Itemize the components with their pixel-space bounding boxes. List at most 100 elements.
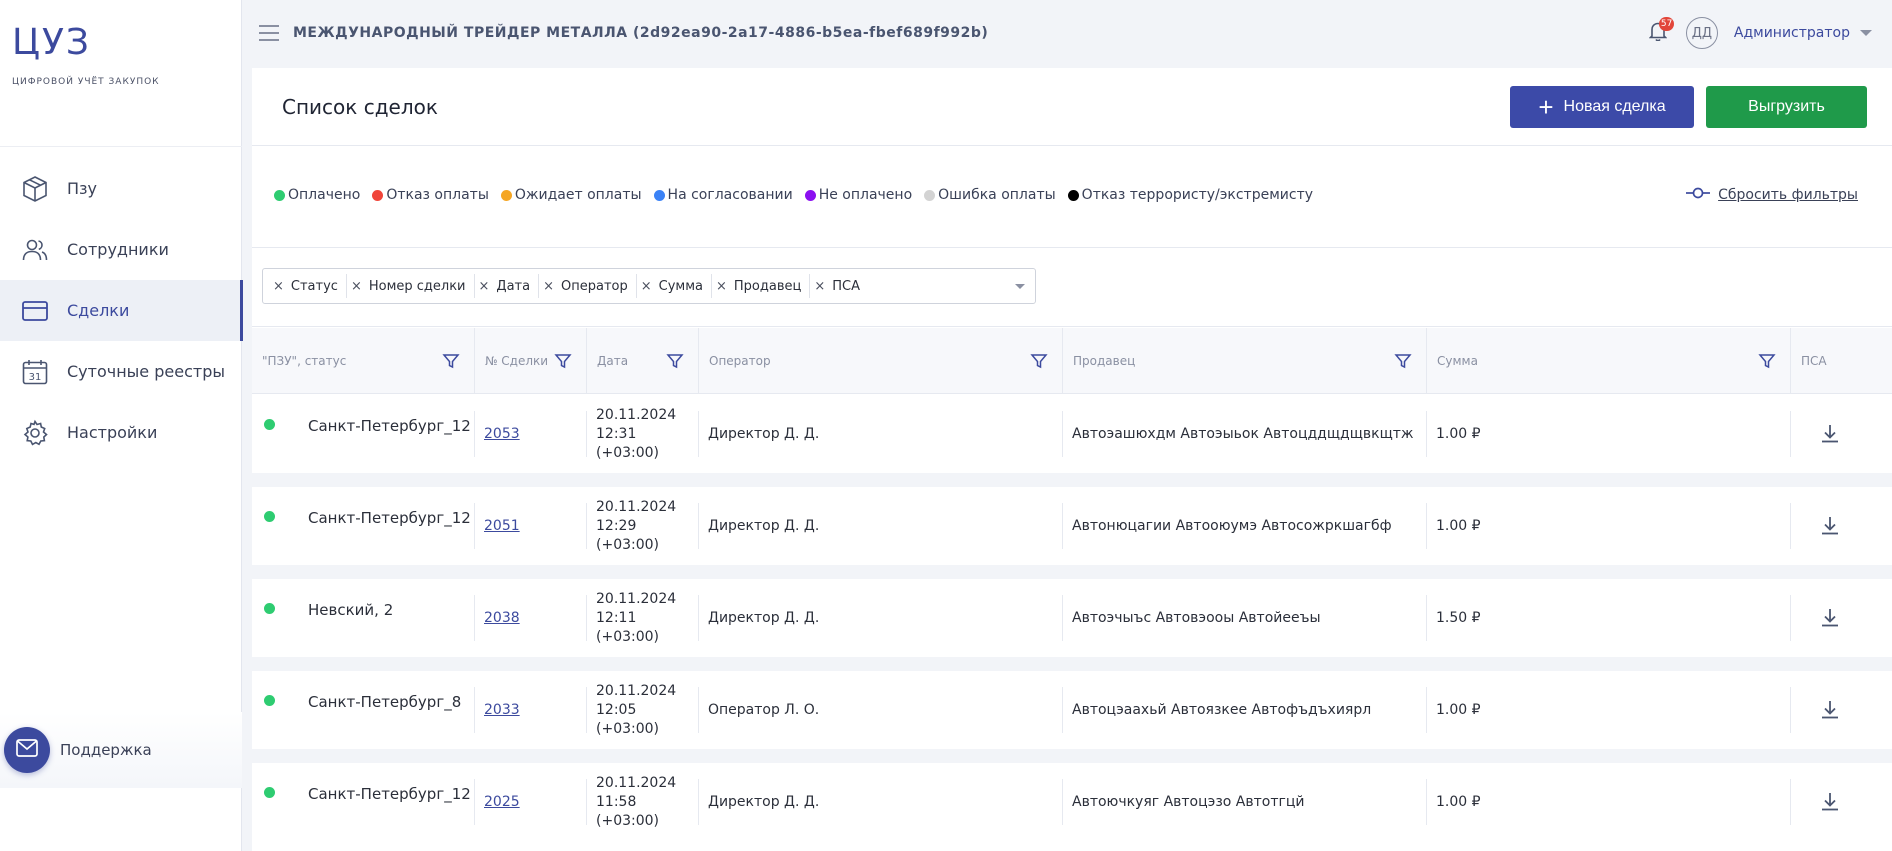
svg-text:31: 31 <box>29 372 42 383</box>
remove-chip-icon[interactable]: × <box>479 279 490 294</box>
seller-name: Автоэчыъс Автовэооы Автойееъы <box>1072 610 1321 626</box>
support-label[interactable]: Поддержка <box>60 741 152 759</box>
filter-icon[interactable] <box>1758 352 1776 370</box>
logo[interactable]: ЦУЗ ЦИФРОВОЙ УЧЁТ ЗАКУПОК <box>12 22 160 87</box>
filter-icon[interactable] <box>1394 352 1412 370</box>
status-dot <box>264 419 275 430</box>
legend-item-payment-error: Ошибка оплаты <box>924 187 1056 203</box>
cell-pzu-status: Санкт-Петербург_12 <box>252 763 474 841</box>
avatar[interactable]: ДД <box>1685 17 1718 49</box>
chip-sum: × Сумма <box>635 274 709 298</box>
sidebar-item-label: Пзу <box>67 179 98 198</box>
remove-chip-icon[interactable]: × <box>716 279 727 294</box>
user-menu[interactable]: Администратор <box>1734 25 1872 41</box>
chip-date: × Дата <box>473 274 537 298</box>
deal-date: 20.11.2024 <box>596 406 677 423</box>
pzu-name: Санкт-Петербург_12 <box>308 417 471 435</box>
table-row[interactable]: Санкт-Петербург_12 2025 20.11.2024 11:58 (… <box>252 763 1892 841</box>
cell-date: 20.11.2024 12:11 (+03:00) <box>586 579 698 657</box>
calendar-icon: 31 <box>20 357 50 387</box>
table-row[interactable]: Невский, 2 2038 20.11.2024 12:11 (+03:00) … <box>252 579 1892 657</box>
legend-item-not-paid: Не оплачено <box>804 187 912 203</box>
legend-item-paid: Оплачено <box>274 187 360 203</box>
deal-link[interactable]: 2033 <box>484 702 520 718</box>
menu-icon[interactable] <box>259 25 279 41</box>
deal-tz: (+03:00) <box>596 536 659 553</box>
chip-status: × Статус <box>273 278 338 294</box>
status-dot <box>264 695 275 706</box>
deal-date: 20.11.2024 <box>596 774 677 791</box>
columns-multiselect[interactable]: × Статус × Номер сделки × Дата × Оператор × С… <box>262 268 1036 304</box>
dropdown-arrow-icon[interactable] <box>1015 284 1025 289</box>
sidebar-item-pzu[interactable]: Пзу <box>0 158 242 219</box>
seller-name: Автоэашюхдм Автоэыьок Автоцддщдщвкщтж <box>1072 426 1414 442</box>
download-icon[interactable] <box>1818 422 1842 446</box>
download-icon[interactable] <box>1818 790 1842 814</box>
reset-filter-icon <box>1686 187 1711 203</box>
cell-seller: Автонюцагии Автооюумэ Автосожркшагбф <box>1062 487 1426 565</box>
deal-link[interactable]: 2053 <box>484 426 520 442</box>
download-icon[interactable] <box>1818 514 1842 538</box>
remove-chip-icon[interactable]: × <box>543 279 554 294</box>
cell-deal: 2051 <box>474 487 586 565</box>
cell-seller: Автоцэаахьй Автоязкее Автофъдъхиярл <box>1062 671 1426 749</box>
sidebar-item-employees[interactable]: Сотрудники <box>0 219 242 280</box>
chip-seller: × Продавец <box>711 274 807 298</box>
sidebar-item-settings[interactable]: Настройки <box>0 402 242 463</box>
remove-chip-icon[interactable]: × <box>351 279 362 294</box>
cell-operator: Оператор Л. О. <box>698 671 1062 749</box>
deal-link[interactable]: 2025 <box>484 794 520 810</box>
cell-operator: Директор Д. Д. <box>698 395 1062 473</box>
legend-item-pending-approval: На согласовании <box>653 187 793 203</box>
filter-icon[interactable] <box>442 352 460 370</box>
column-header-sum: Сумма <box>1426 328 1790 394</box>
cell-date: 20.11.2024 12:31 (+03:00) <box>586 395 698 473</box>
deal-time: 12:11 <box>596 609 637 626</box>
notifications-button[interactable]: 57 <box>1646 17 1675 45</box>
cell-psa <box>1790 487 1892 565</box>
remove-chip-icon[interactable]: × <box>273 279 284 294</box>
new-deal-button[interactable]: + Новая сделка <box>1510 86 1694 128</box>
support-button[interactable] <box>4 727 50 773</box>
status-dot <box>264 787 275 798</box>
table-row[interactable]: Санкт-Петербург_8 2033 20.11.2024 12:05 (+… <box>252 671 1892 749</box>
export-button[interactable]: Выгрузить <box>1706 86 1867 128</box>
logo-title: ЦУЗ <box>12 22 91 63</box>
chip-operator: × Оператор <box>538 274 634 298</box>
mail-icon <box>16 739 38 761</box>
columns-select-row: × Статус × Номер сделки × Дата × Оператор × С… <box>252 249 1892 327</box>
pzu-name: Санкт-Петербург_12 <box>308 785 471 803</box>
cell-psa <box>1790 579 1892 657</box>
download-icon[interactable] <box>1818 606 1842 630</box>
table-header: "ПЗУ", статус № Сделки Дата Оператор Про… <box>252 328 1892 394</box>
remove-chip-icon[interactable]: × <box>641 279 652 294</box>
filter-icon[interactable] <box>554 352 572 370</box>
deal-link[interactable]: 2051 <box>484 518 520 534</box>
page-title: Список сделок <box>282 95 438 119</box>
column-header-psa: ПСА <box>1790 328 1892 394</box>
cell-operator: Директор Д. Д. <box>698 763 1062 841</box>
sidebar-item-deals[interactable]: Сделки <box>0 280 243 341</box>
download-icon[interactable] <box>1818 698 1842 722</box>
remove-chip-icon[interactable]: × <box>814 279 825 294</box>
cell-seller: Автоэашюхдм Автоэыьок Автоцддщдщвкщтж <box>1062 395 1426 473</box>
box-icon <box>20 174 50 204</box>
deal-sum: 1.00 ₽ <box>1436 794 1481 810</box>
sidebar-item-daily-registers[interactable]: 31 Суточные реестры <box>0 341 242 402</box>
cell-psa <box>1790 395 1892 473</box>
deal-link[interactable]: 2038 <box>484 610 520 626</box>
filter-icon[interactable] <box>1030 352 1048 370</box>
table-row[interactable]: Санкт-Петербург_12 2053 20.11.2024 12:31 (… <box>252 395 1892 473</box>
filter-icon[interactable] <box>666 352 684 370</box>
operator-name: Директор Д. Д. <box>708 610 820 626</box>
deal-tz: (+03:00) <box>596 628 659 645</box>
legend-item-payment-refused: Отказ оплаты <box>372 187 489 203</box>
operator-name: Директор Д. Д. <box>708 518 820 534</box>
support[interactable]: Поддержка <box>0 712 242 788</box>
cell-date: 20.11.2024 11:58 (+03:00) <box>586 763 698 841</box>
export-label: Выгрузить <box>1748 98 1825 115</box>
table-row[interactable]: Санкт-Петербург_12 2051 20.11.2024 12:29 (… <box>252 487 1892 565</box>
reset-filters-link[interactable]: Сбросить фильтры <box>1686 187 1858 203</box>
deal-date: 20.11.2024 <box>596 682 677 699</box>
sidebar-item-label: Сотрудники <box>67 240 169 259</box>
